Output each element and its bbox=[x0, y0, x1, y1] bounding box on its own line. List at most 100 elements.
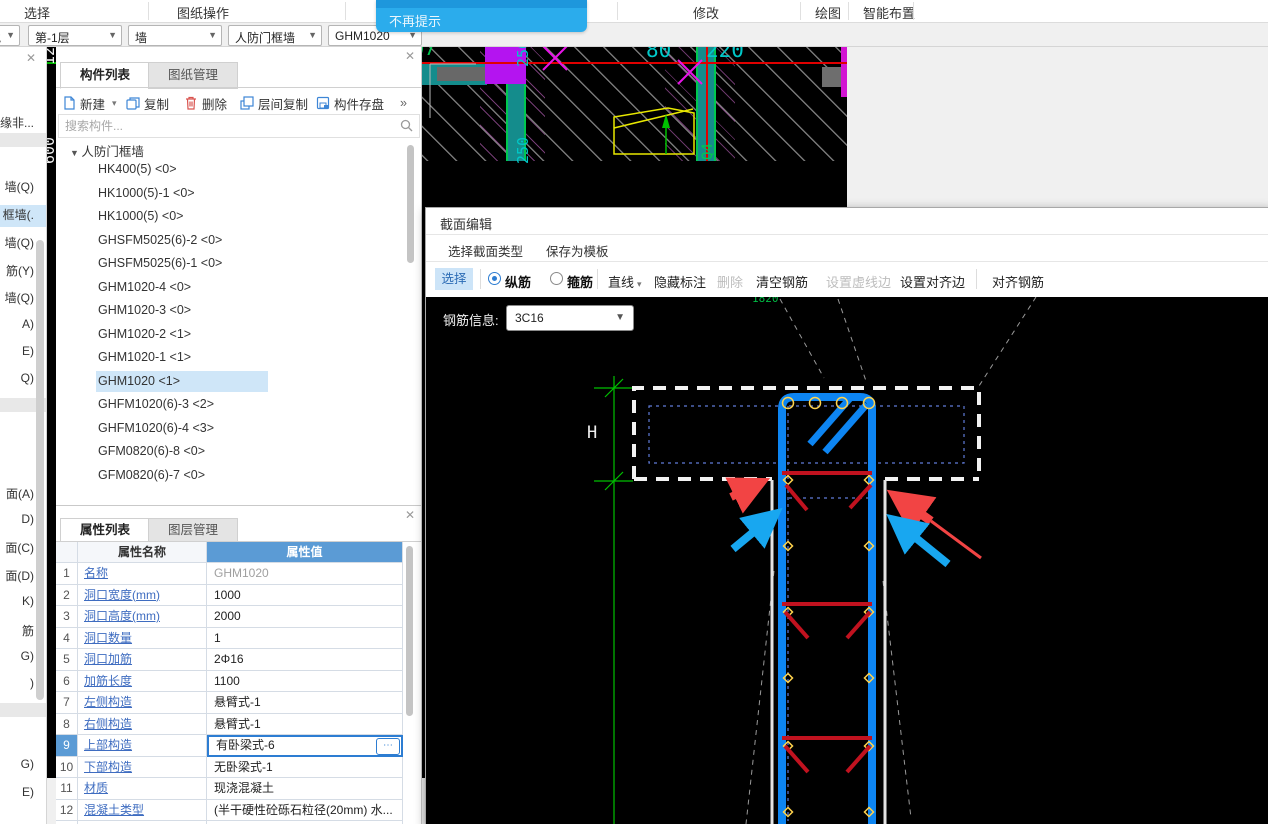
tab-component-list[interactable]: 构件列表 bbox=[60, 62, 150, 89]
stirrup-radio[interactable] bbox=[550, 272, 563, 285]
tab-drawing-management[interactable]: 图纸管理 bbox=[148, 62, 238, 89]
nav-strip-item[interactable]: 缘非... bbox=[0, 114, 34, 131]
dialog-title-bar[interactable]: 截面编辑 bbox=[426, 208, 1268, 235]
property-value[interactable]: 现浇混凝土 bbox=[207, 778, 403, 800]
property-name[interactable]: 洞口数量 bbox=[78, 628, 207, 650]
property-name[interactable]: 名称 bbox=[78, 563, 207, 585]
search-input[interactable] bbox=[63, 116, 397, 136]
property-value[interactable]: 2000 bbox=[207, 606, 403, 628]
tree-item[interactable]: GFM0820(6)-8 <0> bbox=[98, 444, 205, 458]
tree-group-header[interactable]: ▼ 人防门框墙 bbox=[70, 141, 144, 160]
property-name[interactable]: 洞口加筋 bbox=[78, 649, 207, 671]
tree-item[interactable]: GHSFM5025(6)-2 <0> bbox=[98, 233, 222, 247]
copy-button[interactable]: 复制 bbox=[126, 92, 169, 114]
nav-strip-item[interactable]: 墙(Q) bbox=[5, 289, 34, 306]
tree-item[interactable]: HK400(5) <0> bbox=[98, 162, 177, 176]
menu-item-2[interactable]: 修改 bbox=[693, 3, 719, 22]
property-value[interactable]: 悬臂式-1 bbox=[207, 714, 403, 736]
save-component-button[interactable]: 构件存盘 bbox=[316, 92, 384, 114]
tree-scrollbar[interactable] bbox=[407, 145, 414, 263]
tree-item[interactable]: GHFM1020(6)-3 <2> bbox=[98, 397, 214, 411]
nav-strip-item[interactable]: 筋(Y) bbox=[6, 262, 34, 279]
copy-between-floors-button[interactable]: 层间复制 bbox=[240, 92, 308, 114]
tree-item[interactable]: GFM0820(6)-7 <0> bbox=[98, 468, 205, 482]
toast-notification[interactable]: 不再提示 bbox=[376, 0, 587, 32]
property-value[interactable]: 1 bbox=[207, 628, 403, 650]
category-dropdown[interactable]: 墙▼ bbox=[128, 25, 222, 46]
nav-strip-item[interactable]: D) bbox=[21, 512, 34, 526]
close-icon[interactable]: ✕ bbox=[405, 509, 415, 521]
dropdown-clipped[interactable]: 地▼ bbox=[0, 25, 20, 46]
property-value[interactable]: 1100 bbox=[207, 671, 403, 693]
menu-item-1[interactable]: 图纸操作 bbox=[177, 3, 229, 22]
hide-annotation-button[interactable]: 隐藏标注 bbox=[654, 272, 706, 291]
floor-dropdown[interactable]: 第-1层▼ bbox=[28, 25, 122, 46]
tree-item[interactable]: GHM1020-2 <1> bbox=[98, 327, 191, 341]
tree-item[interactable]: GHM1020-1 <1> bbox=[98, 350, 191, 364]
property-name[interactable]: 洞口高度(mm) bbox=[78, 606, 207, 628]
clear-rebar-button[interactable]: 清空钢筋 bbox=[756, 272, 808, 291]
property-value[interactable]: 有卧梁式-6 bbox=[207, 735, 403, 757]
menu-item-4[interactable]: 智能布置 bbox=[863, 3, 915, 22]
tab-property-list[interactable]: 属性列表 bbox=[60, 518, 150, 543]
tree-item[interactable]: GHSFM5025(6)-1 <0> bbox=[98, 256, 222, 270]
nav-strip-item[interactable]: 面(D) bbox=[5, 567, 34, 584]
property-value[interactable]: 无卧梁式-1 bbox=[207, 757, 403, 779]
property-value[interactable]: (半干硬性砼砾石粒径(20mm) 水... bbox=[207, 800, 403, 822]
nav-strip-item[interactable]: A) bbox=[22, 317, 34, 331]
property-name[interactable]: 混凝土类型 bbox=[78, 800, 207, 822]
tree-item[interactable]: HK1000(5)-1 <0> bbox=[98, 186, 195, 200]
set-align-edge-button[interactable]: 设置对齐边 bbox=[900, 272, 965, 291]
delete-button[interactable]: 删除 bbox=[184, 92, 227, 114]
menu-select-section-type[interactable]: 选择截面类型 bbox=[448, 241, 523, 260]
tree-expand-icon[interactable]: ▼ bbox=[70, 148, 81, 158]
property-name[interactable]: 加筋长度 bbox=[78, 671, 207, 693]
tree-item[interactable]: GHM1020-4 <0> bbox=[98, 280, 191, 294]
tree-item[interactable]: GHM1020-3 <0> bbox=[98, 303, 191, 317]
nav-strip-item[interactable]: 墙(Q) bbox=[5, 178, 34, 195]
menu-item-0[interactable]: 选择 bbox=[24, 3, 50, 22]
property-value[interactable]: GHM1020 bbox=[207, 563, 403, 585]
menu-save-as-template[interactable]: 保存为模板 bbox=[546, 241, 609, 260]
ellipsis-button[interactable]: ⋯ bbox=[376, 738, 400, 755]
nav-strip-item[interactable]: G) bbox=[21, 649, 34, 663]
section-canvas[interactable]: 1820 bbox=[426, 297, 1268, 824]
menu-item-3[interactable]: 绘图 bbox=[815, 3, 841, 22]
property-value[interactable]: 悬臂式-1 bbox=[207, 692, 403, 714]
property-name[interactable]: 洞口宽度(mm) bbox=[78, 585, 207, 607]
close-icon[interactable]: ✕ bbox=[405, 50, 415, 62]
nav-scrollbar[interactable] bbox=[36, 240, 44, 700]
rebar-info-dropdown[interactable]: 3C16 ▼ bbox=[506, 305, 634, 331]
nav-strip-item[interactable]: 筋 bbox=[22, 622, 34, 639]
property-name[interactable]: 左侧构造 bbox=[78, 692, 207, 714]
nav-strip-item[interactable]: 面(C) bbox=[5, 539, 34, 556]
property-name[interactable]: 下部构造 bbox=[78, 757, 207, 779]
nav-strip-item[interactable]: ) bbox=[30, 676, 34, 690]
align-rebar-button[interactable]: 对齐钢筋 bbox=[992, 272, 1044, 291]
tree-item[interactable]: GHM1020 <1> bbox=[98, 374, 180, 388]
tab-layer-management[interactable]: 图层管理 bbox=[148, 518, 238, 543]
nav-strip-item[interactable]: Q) bbox=[21, 371, 34, 385]
nav-strip-item[interactable]: G) bbox=[21, 757, 34, 771]
property-value[interactable]: 1000 bbox=[207, 585, 403, 607]
line-tool-button[interactable]: 直线▾ bbox=[608, 272, 642, 291]
property-name[interactable]: 材质 bbox=[78, 778, 207, 800]
nav-strip-item[interactable]: 墙(Q) bbox=[5, 234, 34, 251]
subtype-dropdown[interactable]: 人防门框墙▼ bbox=[228, 25, 322, 46]
tree-item[interactable]: HK1000(5) <0> bbox=[98, 209, 183, 223]
select-tool-button[interactable]: 选择 bbox=[435, 268, 473, 290]
more-tools-button[interactable]: » bbox=[400, 92, 407, 114]
nav-strip-item[interactable]: 框墙(. bbox=[3, 206, 34, 223]
property-name[interactable]: 右侧构造 bbox=[78, 714, 207, 736]
property-name[interactable]: 上部构造 bbox=[78, 735, 207, 757]
close-icon[interactable]: ✕ bbox=[26, 52, 36, 64]
nav-strip-item[interactable]: E) bbox=[22, 344, 34, 358]
longitudinal-rebar-radio[interactable] bbox=[488, 272, 501, 285]
nav-strip-item[interactable]: 面(A) bbox=[6, 485, 34, 502]
property-value[interactable]: 2Φ16 bbox=[207, 649, 403, 671]
tree-item[interactable]: GHFM1020(6)-4 <3> bbox=[98, 421, 214, 435]
nav-strip-item[interactable]: E) bbox=[22, 785, 34, 799]
nav-strip-item[interactable]: K) bbox=[22, 594, 34, 608]
property-scrollbar[interactable] bbox=[406, 546, 413, 716]
new-button[interactable]: 新建▾ bbox=[62, 92, 117, 114]
